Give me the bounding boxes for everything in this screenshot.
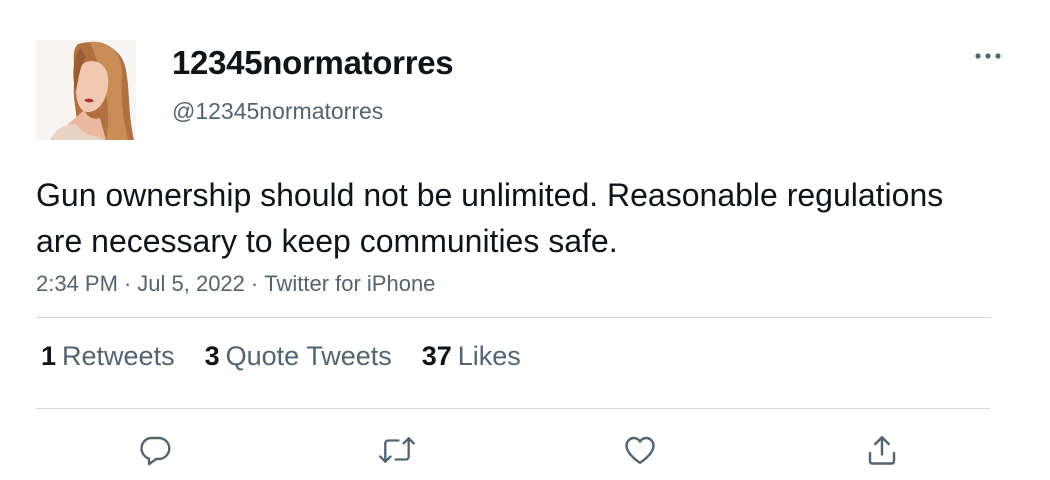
retweets-label: Retweets: [62, 341, 175, 371]
retweets-stat[interactable]: 1 Retweets: [41, 341, 175, 372]
tweet-meta: 2:34 PM · Jul 5, 2022 · Twitter for iPhone: [36, 271, 435, 297]
meta-separator: ·: [250, 271, 259, 296]
tweet-source[interactable]: Twitter for iPhone: [264, 271, 435, 296]
more-options-button[interactable]: [968, 40, 1008, 72]
display-name[interactable]: 12345normatorres: [172, 44, 454, 82]
retweet-icon: [379, 437, 415, 463]
profile-photo-icon: [36, 40, 136, 140]
divider: [36, 317, 990, 318]
retweet-button[interactable]: [373, 426, 421, 474]
avatar[interactable]: [36, 40, 136, 140]
tweet-text: Gun ownership should not be unlimited. R…: [36, 177, 944, 259]
reply-icon: [140, 436, 171, 466]
user-handle[interactable]: @12345normatorres: [172, 98, 383, 125]
likes-label: Likes: [457, 341, 521, 371]
share-icon: [868, 436, 896, 465]
tweet-date[interactable]: Jul 5, 2022: [137, 271, 245, 296]
more-icon: [975, 53, 1001, 59]
quote-tweets-label: Quote Tweets: [225, 341, 392, 371]
tweet-stats: 1 Retweets 3 Quote Tweets 37 Likes: [41, 341, 521, 372]
quote-tweets-count: 3: [204, 341, 220, 371]
meta-separator: ·: [123, 271, 132, 296]
like-icon: [625, 436, 655, 464]
like-button[interactable]: [616, 426, 664, 474]
share-button[interactable]: [858, 426, 906, 474]
likes-stat[interactable]: 37 Likes: [422, 341, 521, 372]
quote-tweets-stat[interactable]: 3 Quote Tweets: [205, 341, 392, 372]
retweets-count: 1: [41, 341, 57, 371]
reply-button[interactable]: [131, 426, 179, 474]
likes-count: 37: [421, 341, 452, 371]
tweet-time[interactable]: 2:34 PM: [36, 271, 118, 296]
divider: [36, 408, 990, 409]
